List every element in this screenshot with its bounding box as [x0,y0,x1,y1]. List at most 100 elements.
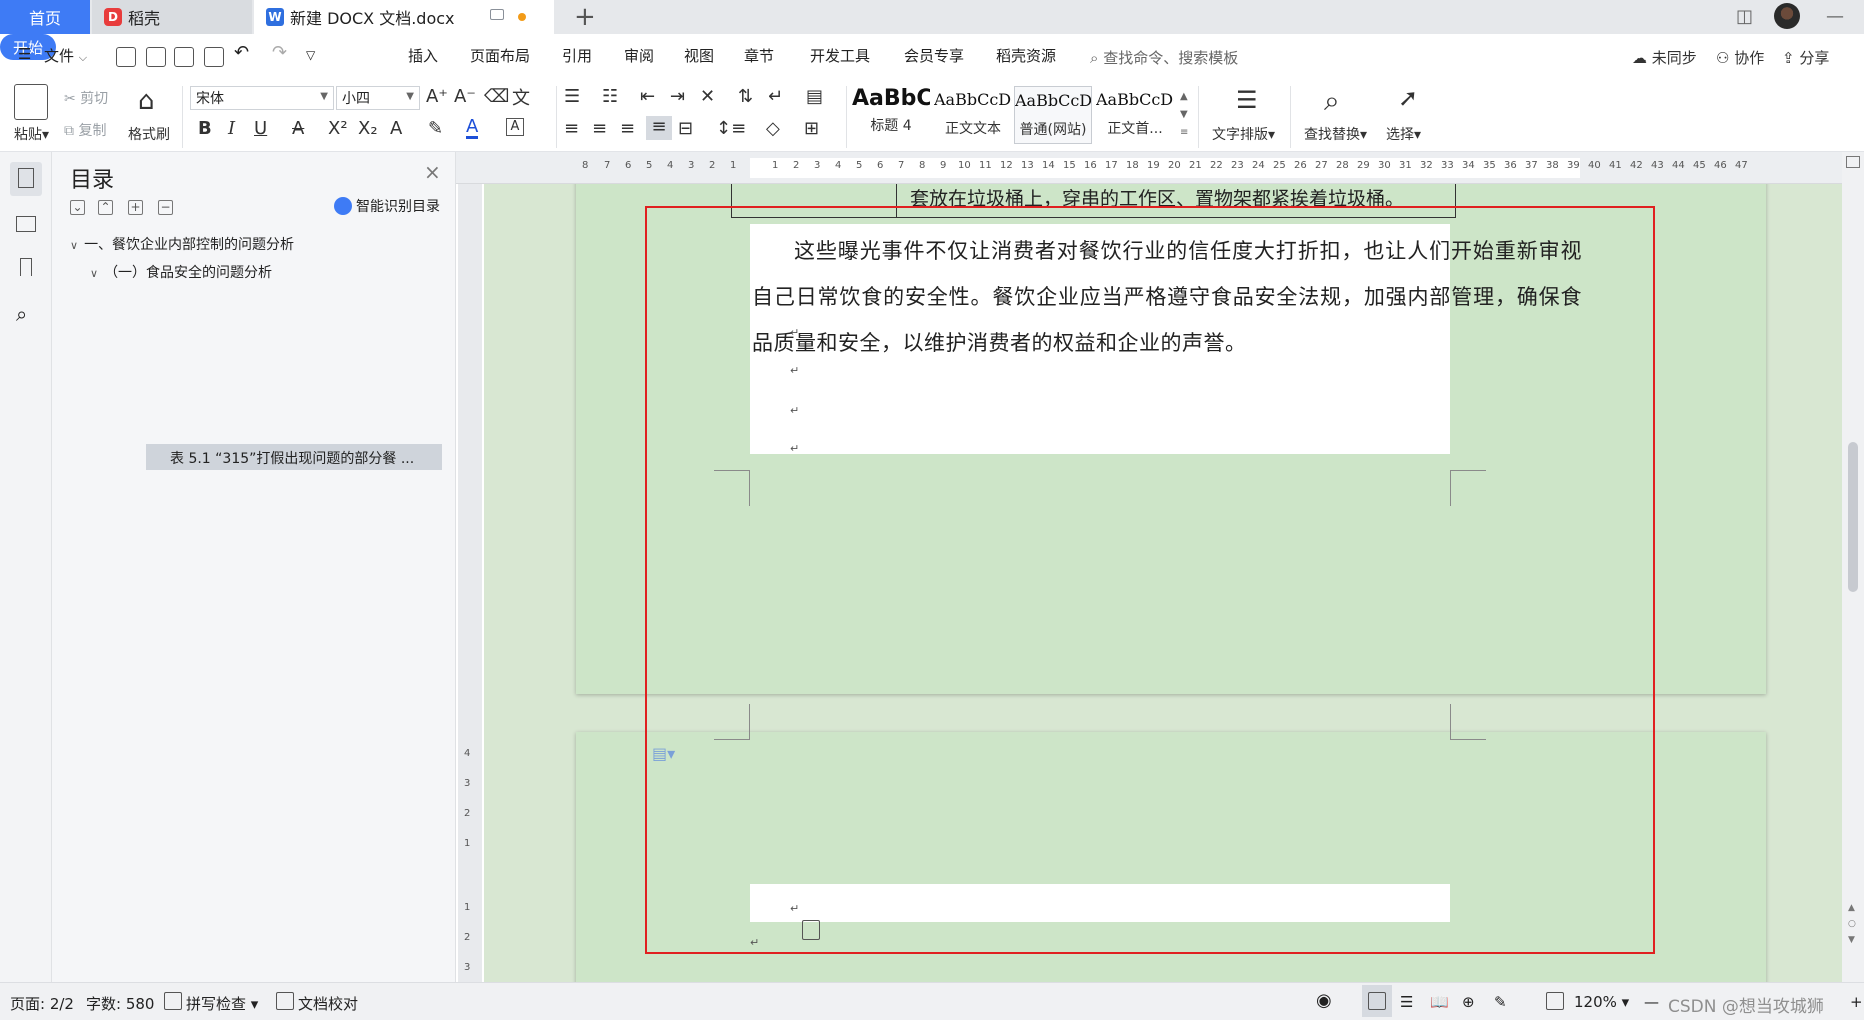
fit-page-icon[interactable] [1546,992,1564,1010]
style-body-first[interactable]: AaBbCcDd 正文首... [1096,86,1174,144]
tab-home[interactable]: 首页 [0,0,90,34]
shading-icon[interactable]: ◇ [766,118,780,139]
zoom-in-button[interactable]: + [1850,993,1863,1011]
paste-icon[interactable] [14,84,48,120]
select-button[interactable]: 选择▾ [1386,124,1421,144]
superscript-icon[interactable]: X² [328,118,348,139]
hamburger-icon[interactable]: ☰ [18,45,31,63]
print-icon[interactable] [174,47,194,67]
align-left-icon[interactable]: ≡ [564,118,579,139]
increase-indent-icon[interactable]: ⇥ [670,86,685,107]
vertical-scrollbar[interactable]: ▲ ○ ▼ [1842,152,1864,982]
export-pdf-icon[interactable] [146,47,166,67]
phonetic-guide-icon[interactable]: 文 [512,84,530,110]
font-color-icon[interactable]: A [466,118,479,139]
eye-protect-icon[interactable]: ◉ [1316,990,1332,1011]
menu-file[interactable]: 文件 ⌵ [44,45,93,66]
copy-button[interactable]: ⧉ 复制 [64,120,106,140]
zoom-level[interactable]: 120% ▾ [1574,993,1629,1011]
undo-icon[interactable]: ↶ [234,42,249,63]
new-tab-button[interactable]: + [574,2,596,32]
web-view-icon[interactable]: ⊕ [1462,993,1475,1011]
styles-scroll-icon[interactable]: ▲ ▼ ≡ [1180,88,1188,142]
document-outline-icon[interactable] [18,168,34,188]
layout-toggle-icon[interactable]: ◫ [1736,6,1753,27]
menu-view[interactable]: 视图 [684,45,714,66]
highlight-icon[interactable]: ✎ [428,118,443,139]
text-layout-button[interactable]: 文字排版▾ [1212,124,1275,144]
write-view-icon[interactable]: ✎ [1494,993,1507,1011]
italic-icon[interactable]: I [228,118,235,139]
spell-check-button[interactable]: 拼写检查 ▾ [186,993,258,1014]
align-right-icon[interactable]: ≡ [620,118,635,139]
page-nav-icons[interactable]: ▲ ○ ▼ [1848,900,1856,948]
outline-view-icon[interactable]: ☰ [1400,993,1413,1011]
menu-page-layout[interactable]: 页面布局 [470,45,530,66]
quick-access-dropdown-icon[interactable]: ▽ [306,48,315,62]
show-marks-icon[interactable]: ↵ [768,86,783,107]
numbered-list-icon[interactable]: ☷ [602,86,618,107]
underline-icon[interactable]: U [254,118,267,139]
table-ruler-icon[interactable]: ▤ [806,86,823,107]
font-size-select[interactable]: 小四 ▼ [336,86,420,110]
menu-daoke-resources[interactable]: 稻壳资源 [996,45,1056,66]
cut-button[interactable]: ✂ 剪切 [64,88,108,108]
style-body-text[interactable]: AaBbCcDd 正文文本 [934,86,1012,144]
bookmark-icon[interactable] [20,258,32,276]
menu-insert[interactable]: 插入 [408,45,438,66]
sort-icon[interactable]: ⇅ [738,86,753,107]
chinese-layout-icon[interactable]: ✕ [700,86,715,107]
save-icon[interactable] [116,47,136,67]
sync-status-button[interactable]: ☁ 未同步 [1632,47,1697,68]
minimize-button[interactable]: — [1826,6,1844,27]
menu-references[interactable]: 引用 [562,45,592,66]
scrollbar-thumb[interactable] [1848,442,1858,592]
chapter-nav-icon[interactable] [16,216,36,232]
style-heading-4[interactable]: AaBbC 标题 4 [852,86,930,144]
menu-member[interactable]: 会员专享 [904,45,964,66]
align-center-icon[interactable]: ≡ [592,118,607,139]
menu-review[interactable]: 审阅 [624,45,654,66]
char-border-icon[interactable]: A [506,118,524,136]
toc-item[interactable]: ∨ 一、餐饮企业内部控制的问题分析 [70,234,294,254]
justify-icon[interactable]: ≡ [646,116,672,140]
zoom-out-button[interactable]: — [1644,993,1659,1011]
proofread-button[interactable]: 文档校对 [298,993,358,1014]
reading-view-icon[interactable]: 📖 [1430,993,1449,1011]
bullet-list-icon[interactable]: ☰ [564,86,580,107]
redo-icon[interactable]: ↷ [272,42,287,63]
line-spacing-icon[interactable]: ↕≡ [716,118,746,139]
decrease-indent-icon[interactable]: ⇤ [640,86,655,107]
word-count[interactable]: 字数: 580 [86,993,154,1014]
tab-document[interactable]: W 新建 DOCX 文档.docx [254,0,554,34]
style-normal-web[interactable]: AaBbCcDd 普通(网站) [1014,86,1092,144]
menu-section[interactable]: 章节 [744,45,774,66]
share-button[interactable]: ⇪ 分享 [1782,47,1829,68]
split-view-icon[interactable] [1846,156,1860,168]
avatar[interactable] [1774,3,1800,29]
monitor-icon[interactable] [490,9,504,20]
collaborate-button[interactable]: ⚇ 协作 [1716,47,1764,68]
paste-button[interactable]: 粘贴▾ [14,124,49,144]
clear-format-icon[interactable]: ⌫ [484,86,509,107]
vertical-ruler[interactable]: 4 3 2 1 1 2 3 [458,184,482,982]
collapse-all-icon[interactable]: ⌃ [98,200,113,215]
remove-entry-icon[interactable]: − [158,200,173,215]
text-effect-icon[interactable]: A [390,118,402,139]
find-replace-button[interactable]: 查找替换▾ [1304,124,1367,144]
close-icon[interactable]: × [424,160,441,184]
distribute-icon[interactable]: ⊟ [678,118,693,139]
page-view-icon[interactable] [1368,992,1386,1010]
expand-all-icon[interactable]: ⌄ [70,200,85,215]
grow-font-icon[interactable]: A⁺ [426,86,448,107]
format-painter-button[interactable]: 格式刷 [128,124,170,144]
tab-daoke[interactable]: D 稻壳 [92,0,252,34]
smart-toc-button[interactable]: 智能识别目录 [334,196,440,216]
font-name-select[interactable]: 宋体 ▼ [190,86,334,110]
strikethrough-icon[interactable]: A [292,118,304,139]
add-entry-icon[interactable]: + [128,200,143,215]
print-preview-icon[interactable] [204,47,224,67]
bold-icon[interactable]: B [198,118,212,139]
shrink-font-icon[interactable]: A⁻ [454,86,476,107]
search-icon[interactable]: ⌕ [16,302,40,326]
